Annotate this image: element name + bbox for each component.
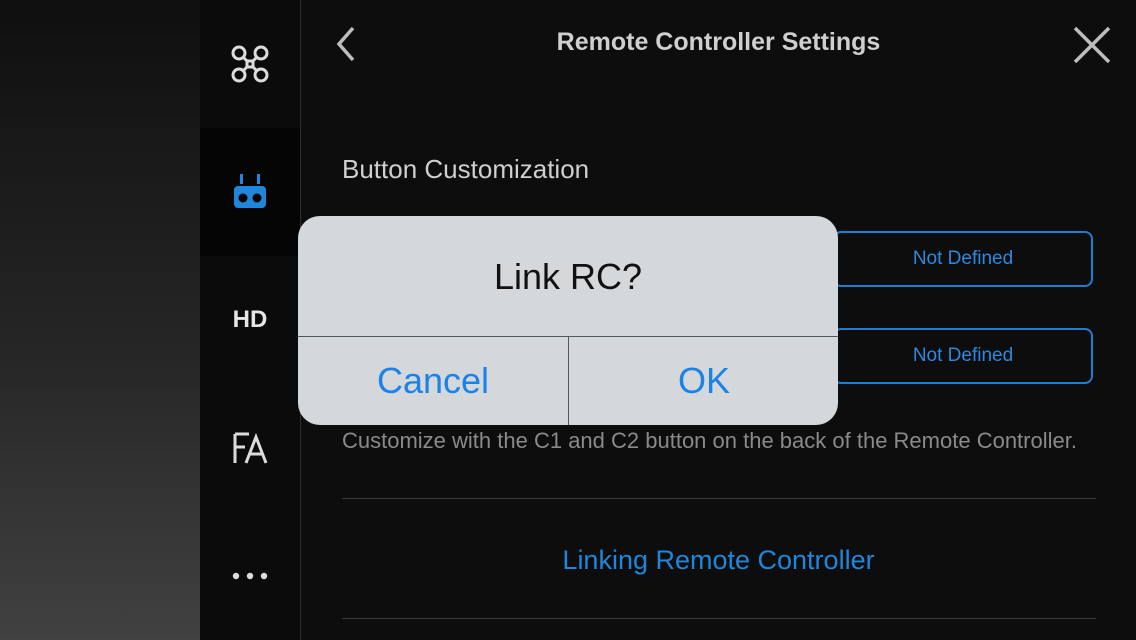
dialog-title: Link RC? [493,256,643,297]
more-icon [232,572,268,580]
sidebar-item-language[interactable] [200,384,300,512]
c1-function-select[interactable]: Not Defined [833,231,1093,287]
sidebar-item-remote-controller[interactable] [200,128,300,256]
cancel-button[interactable]: Cancel [298,337,568,425]
language-icon [233,432,268,464]
background-panel [0,0,200,640]
hd-label: HD [232,306,268,333]
divider [342,618,1096,619]
c2-function-select[interactable]: Not Defined [833,328,1093,384]
section-heading: Button Customization [342,154,590,184]
remote-controller-icon [234,174,266,208]
link-rc-dialog: Link RC? Cancel OK [298,216,838,425]
close-button[interactable] [1071,24,1113,66]
close-icon [1073,26,1111,64]
sidebar: HD [200,0,301,640]
sidebar-item-aircraft[interactable] [200,0,300,128]
linking-remote-controller-button[interactable]: Linking Remote Controller [301,545,1136,576]
page-title: Remote Controller Settings [556,28,881,56]
sidebar-item-more[interactable] [200,512,300,640]
divider [342,498,1096,499]
ok-button[interactable]: OK [569,337,838,425]
customization-hint: Customize with the C1 and C2 button on t… [342,428,1077,453]
drone-icon [231,45,269,83]
sidebar-item-hd[interactable]: HD [200,256,300,384]
